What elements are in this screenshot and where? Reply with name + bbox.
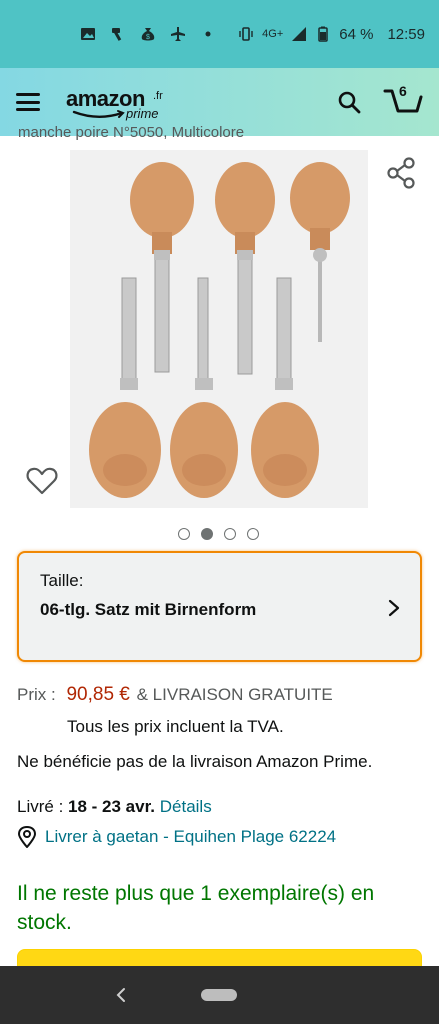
system-status: 4G+ 64 % 12:59 bbox=[238, 26, 425, 43]
cart-count: 6 bbox=[399, 83, 407, 99]
shipping-note: & LIVRAISON GRATUITE bbox=[136, 685, 333, 704]
location-pin-icon bbox=[17, 826, 37, 848]
smile-arrow-icon bbox=[72, 110, 125, 118]
amazon-logo[interactable]: amazon .fr prime bbox=[66, 82, 176, 122]
size-value: 06-tlg. Satz mit Birnenform bbox=[40, 600, 257, 619]
carousel-dot[interactable] bbox=[224, 528, 236, 540]
delivery-prefix: Livré : bbox=[17, 797, 64, 816]
clock: 12:59 bbox=[387, 25, 425, 43]
back-icon[interactable] bbox=[116, 987, 126, 1003]
share-icon[interactable] bbox=[386, 157, 416, 189]
delivery-location[interactable]: Livrer à gaetan - Equihen Plage 62224 bbox=[17, 826, 336, 848]
signal-icon bbox=[292, 27, 307, 41]
app-screen: $ 4G+ 64 % 12:59 amazon .fr prime 6 manc… bbox=[0, 0, 439, 1024]
carousel-dot-active[interactable] bbox=[201, 528, 213, 540]
product-title: manche poire N°5050, Multicolore bbox=[18, 124, 245, 141]
price-row: Prix : 90,85 € & LIVRAISON GRATUITE bbox=[17, 684, 333, 706]
chevron-right-icon bbox=[388, 599, 400, 617]
image-icon bbox=[81, 28, 95, 40]
battery-icon bbox=[318, 26, 328, 42]
network-type: 4G+ bbox=[262, 28, 284, 40]
battery-percent: 64 % bbox=[339, 25, 374, 43]
size-label: Taille: bbox=[40, 571, 84, 590]
carousel-dot[interactable] bbox=[178, 528, 190, 540]
vibrate-icon bbox=[239, 27, 253, 41]
price-value: 90,85 € bbox=[66, 684, 130, 705]
notification-icons: $ bbox=[80, 26, 216, 42]
home-pill[interactable] bbox=[201, 989, 237, 1001]
delivery-dates: 18 - 23 avr. bbox=[68, 797, 155, 816]
cart-button[interactable]: 6 bbox=[383, 83, 423, 119]
hammer-icon bbox=[112, 28, 122, 41]
plane-icon bbox=[171, 27, 185, 41]
money-bag-icon: $ bbox=[141, 28, 155, 41]
details-link[interactable]: Détails bbox=[160, 797, 212, 816]
status-bar: $ 4G+ 64 % 12:59 bbox=[0, 0, 439, 68]
price-label: Prix : bbox=[17, 685, 56, 704]
heart-icon[interactable] bbox=[26, 466, 58, 496]
stock-note: Il ne reste plus que 1 exemplaire(s) en … bbox=[17, 882, 375, 934]
logo-prime: prime bbox=[126, 106, 159, 121]
search-icon[interactable] bbox=[337, 90, 361, 114]
image-carousel-dots bbox=[178, 528, 259, 540]
menu-icon[interactable] bbox=[16, 93, 40, 111]
dot-icon bbox=[205, 31, 211, 37]
carousel-dot[interactable] bbox=[247, 528, 259, 540]
logo-tld: .fr bbox=[153, 90, 163, 102]
size-selector[interactable]: Taille: 06-tlg. Satz mit Birnenform bbox=[17, 551, 422, 662]
svg-text:$: $ bbox=[146, 34, 150, 41]
delivery-info: Livré : 18 - 23 avr. Détails bbox=[17, 797, 212, 817]
product-image[interactable] bbox=[70, 150, 368, 508]
prime-note: Ne bénéficie pas de la livraison Amazon … bbox=[17, 752, 373, 771]
location-link[interactable]: Livrer à gaetan - Equihen Plage 62224 bbox=[45, 827, 336, 847]
vat-note: Tous les prix incluent la TVA. bbox=[67, 717, 284, 736]
